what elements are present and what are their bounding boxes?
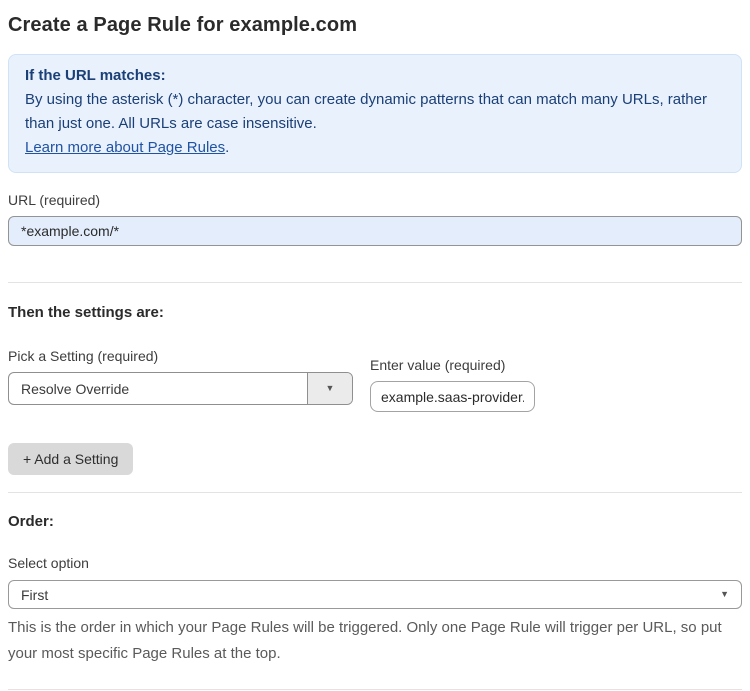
add-setting-button[interactable]: + Add a Setting (8, 443, 134, 475)
order-help-text: This is the order in which your Page Rul… (8, 619, 722, 662)
setting-value-column: Enter value (required) (370, 348, 535, 412)
url-field-label: URL (required) (8, 192, 101, 208)
setting-picker-arrow-button[interactable]: ▼ (307, 373, 352, 404)
setting-value-input[interactable] (370, 381, 535, 412)
setting-picker-selected-value: Resolve Override (21, 380, 130, 397)
setting-picker-dropdown[interactable]: Resolve Override ▼ (8, 372, 353, 405)
page-title: Create a Page Rule for example.com (8, 14, 358, 36)
order-select-dropdown[interactable]: First ▼ (8, 580, 742, 609)
setting-picker-label: Pick a Setting (required) (8, 348, 159, 364)
info-box-body: By using the asterisk (*) character, you… (25, 91, 707, 132)
url-match-info-box: If the URL matches: By using the asteris… (8, 54, 742, 173)
chevron-down-icon: ▼ (720, 589, 729, 599)
link-suffix: . (225, 139, 230, 156)
order-select-label: Select option (8, 555, 89, 571)
setting-picker-column: Pick a Setting (required) Resolve Overri… (8, 348, 353, 405)
settings-row: Pick a Setting (required) Resolve Overri… (8, 348, 742, 412)
setting-value-label: Enter value (required) (370, 357, 506, 373)
section-divider (8, 282, 742, 283)
page-rule-form: Create a Page Rule for example.com If th… (0, 0, 750, 691)
section-divider (8, 492, 742, 493)
info-box-heading: If the URL matches: (25, 67, 166, 84)
footer-divider (8, 689, 742, 690)
url-input[interactable] (8, 216, 742, 246)
info-box-link-line: Learn more about Page Rules. (25, 136, 725, 160)
chevron-down-icon: ▼ (325, 383, 335, 393)
learn-more-link[interactable]: Learn more about Page Rules (25, 139, 225, 156)
order-section-heading: Order: (8, 513, 54, 530)
settings-section-heading: Then the settings are: (8, 304, 164, 321)
order-selected-value: First (21, 586, 49, 603)
